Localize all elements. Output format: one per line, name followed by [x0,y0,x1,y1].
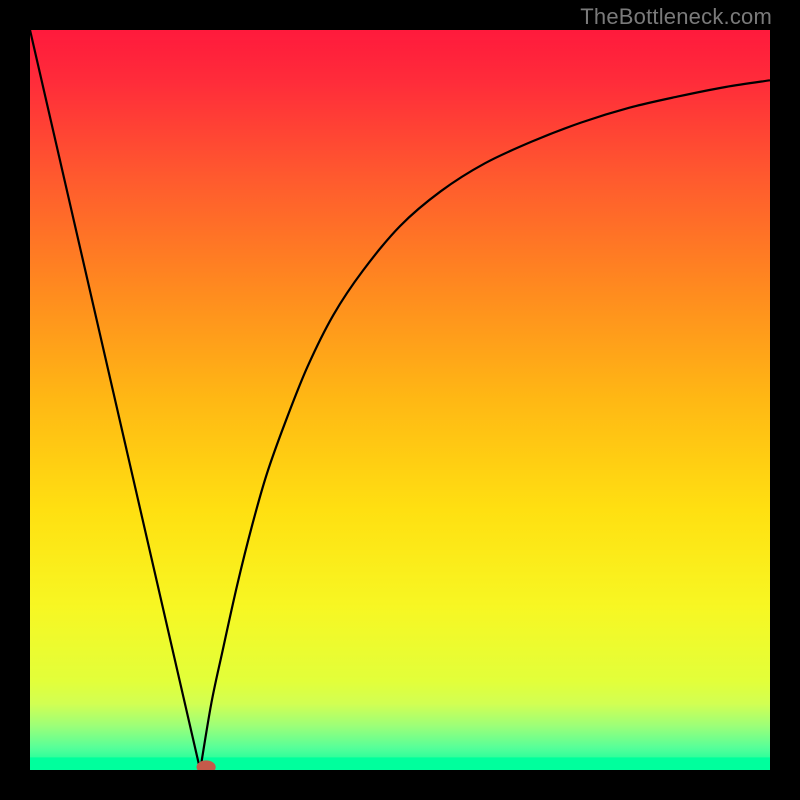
watermark-text: TheBottleneck.com [580,4,772,30]
bottleneck-chart [30,30,770,770]
baseline-band [30,757,770,770]
plot-frame [30,30,770,770]
gradient-background [30,30,770,770]
